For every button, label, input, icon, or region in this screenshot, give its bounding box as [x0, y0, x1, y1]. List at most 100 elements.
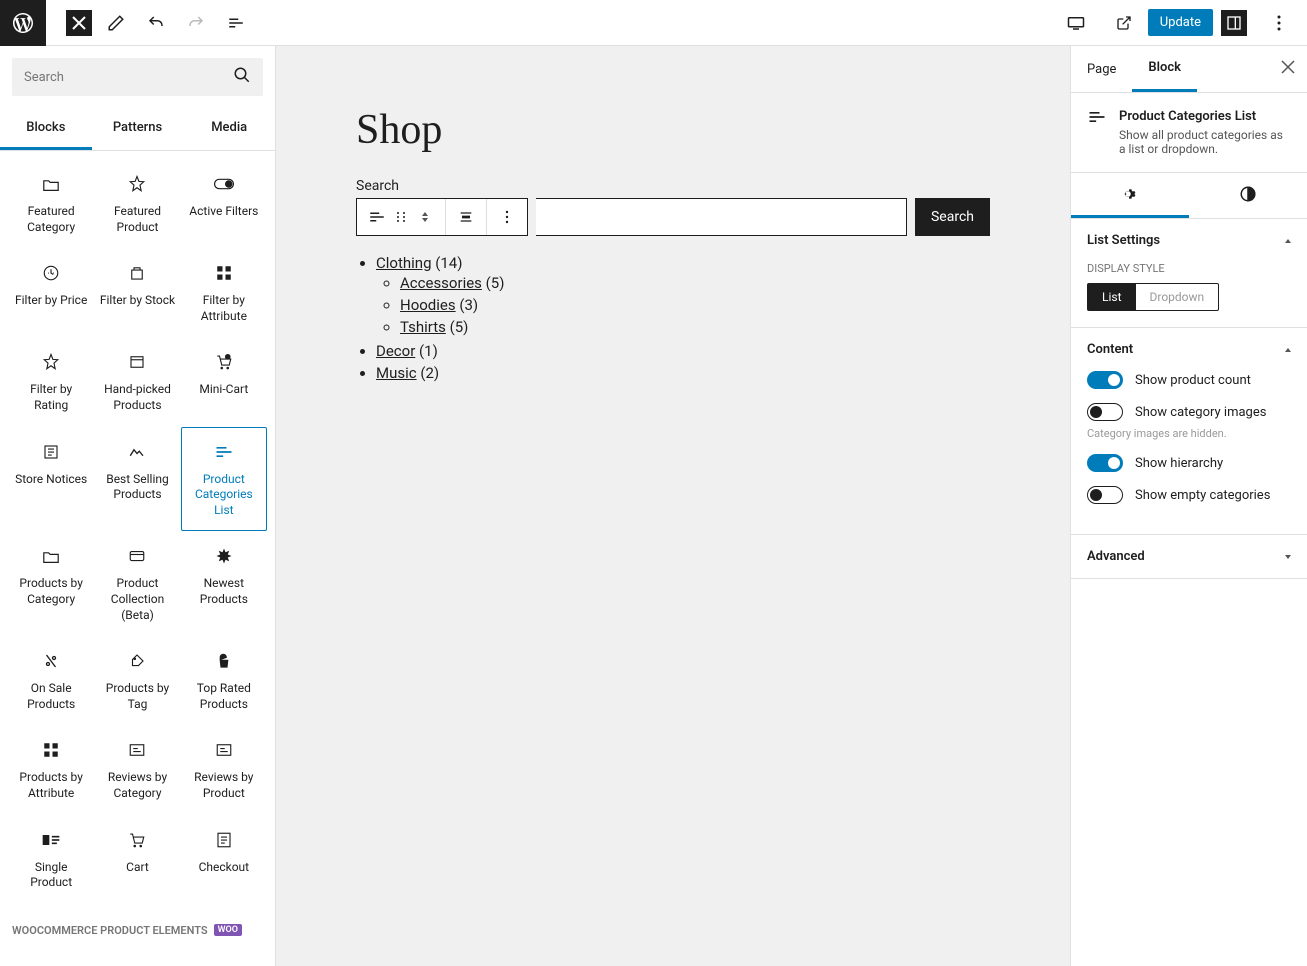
- category-link[interactable]: Accessories: [400, 274, 482, 292]
- settings-sidebar: Page Block Product Categories List Show …: [1070, 46, 1307, 966]
- search-button[interactable]: Search: [915, 198, 990, 236]
- toggle-label: Show product count: [1135, 373, 1251, 388]
- block-label: Reviews by Category: [99, 770, 175, 801]
- block-icon: [1087, 109, 1107, 156]
- block-type-icon[interactable]: [365, 205, 389, 229]
- block-item[interactable]: Mini-Cart: [181, 337, 267, 426]
- block-item[interactable]: Products by Tag: [94, 636, 180, 725]
- block-item[interactable]: Reviews by Product: [181, 725, 267, 814]
- block-item[interactable]: Featured Product: [94, 159, 180, 248]
- woo-badge: WOO: [214, 924, 242, 936]
- undo-icon[interactable]: [140, 7, 172, 39]
- editor-canvas: Shop Search Search: [276, 46, 1070, 966]
- toggle-category-images[interactable]: [1087, 403, 1123, 421]
- block-item[interactable]: Reviews by Category: [94, 725, 180, 814]
- block-icon: [212, 350, 236, 374]
- align-icon[interactable]: [454, 205, 478, 229]
- settings-tab[interactable]: [1071, 173, 1189, 218]
- block-item[interactable]: Products by Attribute: [8, 725, 94, 814]
- block-label: Filter by Rating: [13, 382, 89, 413]
- list-item: Decor (1): [376, 340, 990, 362]
- block-item[interactable]: Store Notices: [8, 427, 94, 532]
- block-label: Products by Tag: [99, 681, 175, 712]
- tab-media[interactable]: Media: [183, 108, 275, 150]
- option-dropdown[interactable]: Dropdown: [1136, 284, 1219, 310]
- block-item[interactable]: Filter by Attribute: [181, 248, 267, 337]
- block-label: Checkout: [199, 860, 250, 876]
- update-button[interactable]: Update: [1148, 9, 1213, 36]
- chevron-down-icon: [1285, 555, 1291, 559]
- category-link[interactable]: Tshirts: [400, 318, 446, 336]
- inserter-search[interactable]: [12, 58, 263, 96]
- settings-toggle-button[interactable]: [1221, 10, 1247, 36]
- more-options-icon[interactable]: [495, 205, 519, 229]
- block-item[interactable]: Product Collection (Beta): [94, 531, 180, 636]
- tab-patterns[interactable]: Patterns: [92, 108, 184, 150]
- block-label: Products by Attribute: [13, 770, 89, 801]
- block-label: Cart: [126, 860, 149, 876]
- panel-content[interactable]: Content: [1071, 328, 1307, 371]
- block-icon: [125, 261, 149, 285]
- block-icon: [39, 828, 63, 852]
- block-item[interactable]: Product Price: [8, 957, 94, 966]
- search-field[interactable]: [536, 198, 907, 236]
- toggle-hierarchy[interactable]: [1087, 454, 1123, 472]
- tab-block[interactable]: Block: [1132, 46, 1197, 92]
- block-item[interactable]: Product Categories List: [181, 427, 267, 532]
- block-item[interactable]: Single Product: [8, 815, 94, 904]
- block-item[interactable]: Filter by Price: [8, 248, 94, 337]
- category-link[interactable]: Music: [376, 364, 417, 382]
- list-item: Clothing (14)Accessories (5)Hoodies (3)T…: [376, 252, 990, 340]
- view-icon[interactable]: [1060, 7, 1092, 39]
- wordpress-logo[interactable]: [0, 0, 46, 46]
- redo-icon[interactable]: [180, 7, 212, 39]
- block-item[interactable]: Hand-picked Products: [94, 337, 180, 426]
- document-overview-icon[interactable]: [220, 7, 252, 39]
- edit-icon[interactable]: [100, 7, 132, 39]
- block-icon: [39, 649, 63, 673]
- display-style-toggle: List Dropdown: [1087, 283, 1219, 311]
- block-item[interactable]: On Sale Products: [8, 636, 94, 725]
- panel-advanced[interactable]: Advanced: [1071, 535, 1307, 578]
- block-item[interactable]: Active Filters: [181, 159, 267, 248]
- block-icon: [125, 649, 149, 673]
- category-link[interactable]: Decor: [376, 342, 415, 360]
- block-item[interactable]: Filter by Rating: [8, 337, 94, 426]
- category-list: Clothing (14)Accessories (5)Hoodies (3)T…: [356, 252, 990, 384]
- styles-tab[interactable]: [1189, 173, 1307, 218]
- category-link[interactable]: Clothing: [376, 254, 432, 272]
- close-sidebar-button[interactable]: [1269, 48, 1307, 90]
- options-icon[interactable]: [1263, 7, 1295, 39]
- block-icon: [212, 828, 236, 852]
- list-item: Hoodies (3): [400, 294, 990, 316]
- block-item[interactable]: Cart: [94, 815, 180, 904]
- block-item[interactable]: Newest Products: [181, 531, 267, 636]
- block-inserter: Blocks Patterns Media Featured CategoryF…: [0, 46, 276, 966]
- move-icon[interactable]: [413, 205, 437, 229]
- toggle-empty-categories[interactable]: [1087, 486, 1123, 504]
- block-item[interactable]: Filter by Stock: [94, 248, 180, 337]
- close-inserter-button[interactable]: [66, 10, 92, 36]
- top-toolbar: Update: [0, 0, 1307, 46]
- drag-handle-icon[interactable]: [389, 205, 413, 229]
- block-item[interactable]: Best Selling Products: [94, 427, 180, 532]
- category-link[interactable]: Hoodies: [400, 296, 456, 314]
- tab-blocks[interactable]: Blocks: [0, 108, 92, 150]
- list-item: Accessories (5): [400, 272, 990, 294]
- block-label: Best Selling Products: [99, 472, 175, 503]
- search-input[interactable]: [24, 70, 233, 85]
- option-list[interactable]: List: [1088, 284, 1136, 310]
- toggle-product-count[interactable]: [1087, 371, 1123, 389]
- search-icon: [233, 66, 251, 88]
- block-icon: [212, 440, 236, 464]
- tab-page[interactable]: Page: [1071, 48, 1132, 91]
- page-title[interactable]: Shop: [356, 106, 990, 154]
- block-item[interactable]: Checkout: [181, 815, 267, 904]
- external-link-icon[interactable]: [1108, 7, 1140, 39]
- block-item[interactable]: Featured Category: [8, 159, 94, 248]
- block-icon: [125, 172, 149, 196]
- block-item[interactable]: Products by Category: [8, 531, 94, 636]
- panel-list-settings[interactable]: List Settings: [1071, 219, 1307, 262]
- block-label: Reviews by Product: [186, 770, 262, 801]
- block-item[interactable]: Top Rated Products: [181, 636, 267, 725]
